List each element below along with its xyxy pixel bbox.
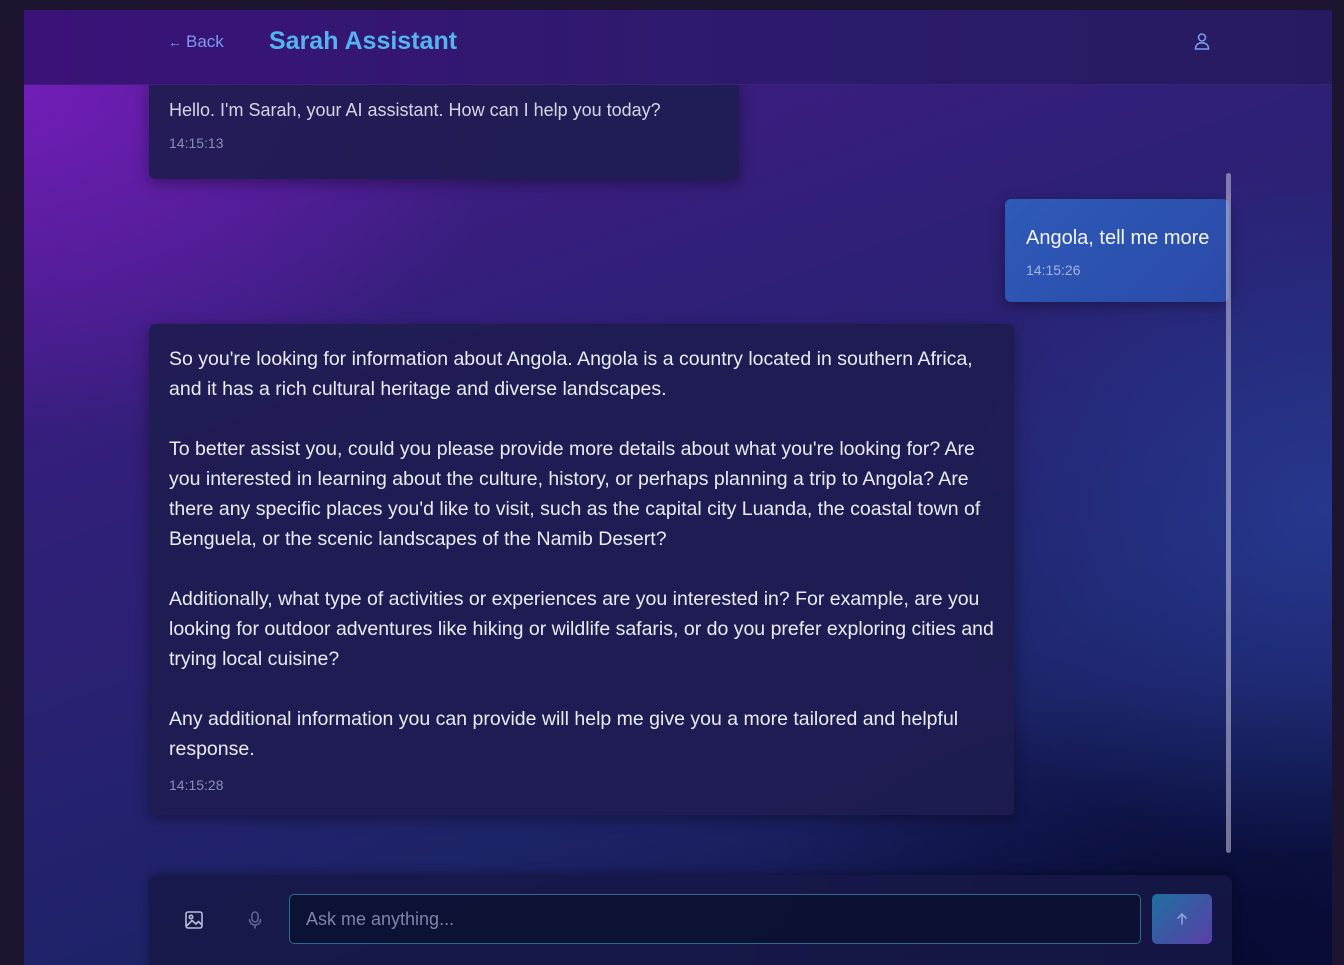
app-header: ← Back Sarah Assistant [24, 10, 1332, 85]
back-button[interactable]: ← Back [168, 32, 224, 52]
page-title: Sarah Assistant [269, 27, 458, 55]
assistant-message: So you're looking for information about … [149, 324, 1014, 815]
microphone-icon[interactable] [242, 907, 268, 933]
message-list: Hello. I'm Sarah, your AI assistant. How… [24, 85, 1332, 855]
chat-scrollbar[interactable] [1226, 173, 1231, 853]
message-body: So you're looking for information about … [169, 344, 999, 764]
message-timestamp: 14:15:13 [169, 135, 224, 151]
message-paragraph: To better assist you, could you please p… [169, 438, 981, 550]
message-paragraph: So you're looking for information about … [169, 348, 973, 400]
back-label: Back [186, 32, 224, 51]
chat-input[interactable] [289, 894, 1141, 944]
user-icon[interactable] [1192, 31, 1212, 51]
send-button[interactable] [1152, 894, 1212, 944]
message-paragraph: Any additional information you can provi… [169, 708, 959, 760]
message-paragraph: Additionally, what type of activities or… [169, 588, 994, 670]
message-timestamp: 14:15:26 [1026, 262, 1081, 278]
message-text: Hello. I'm Sarah, your AI assistant. How… [169, 100, 661, 120]
message-text: Angola, tell me more [1026, 227, 1210, 249]
assistant-message: Hello. I'm Sarah, your AI assistant. How… [149, 85, 739, 179]
image-icon[interactable] [181, 907, 207, 933]
user-message: Angola, tell me more 14:15:26 [1005, 199, 1229, 302]
composer [149, 875, 1232, 965]
message-timestamp: 14:15:28 [169, 777, 224, 793]
arrow-up-icon [1177, 912, 1187, 925]
chat-app: ← Back Sarah Assistant Hello. I'm Sarah,… [24, 10, 1332, 965]
back-arrow-icon: ← [168, 34, 182, 50]
